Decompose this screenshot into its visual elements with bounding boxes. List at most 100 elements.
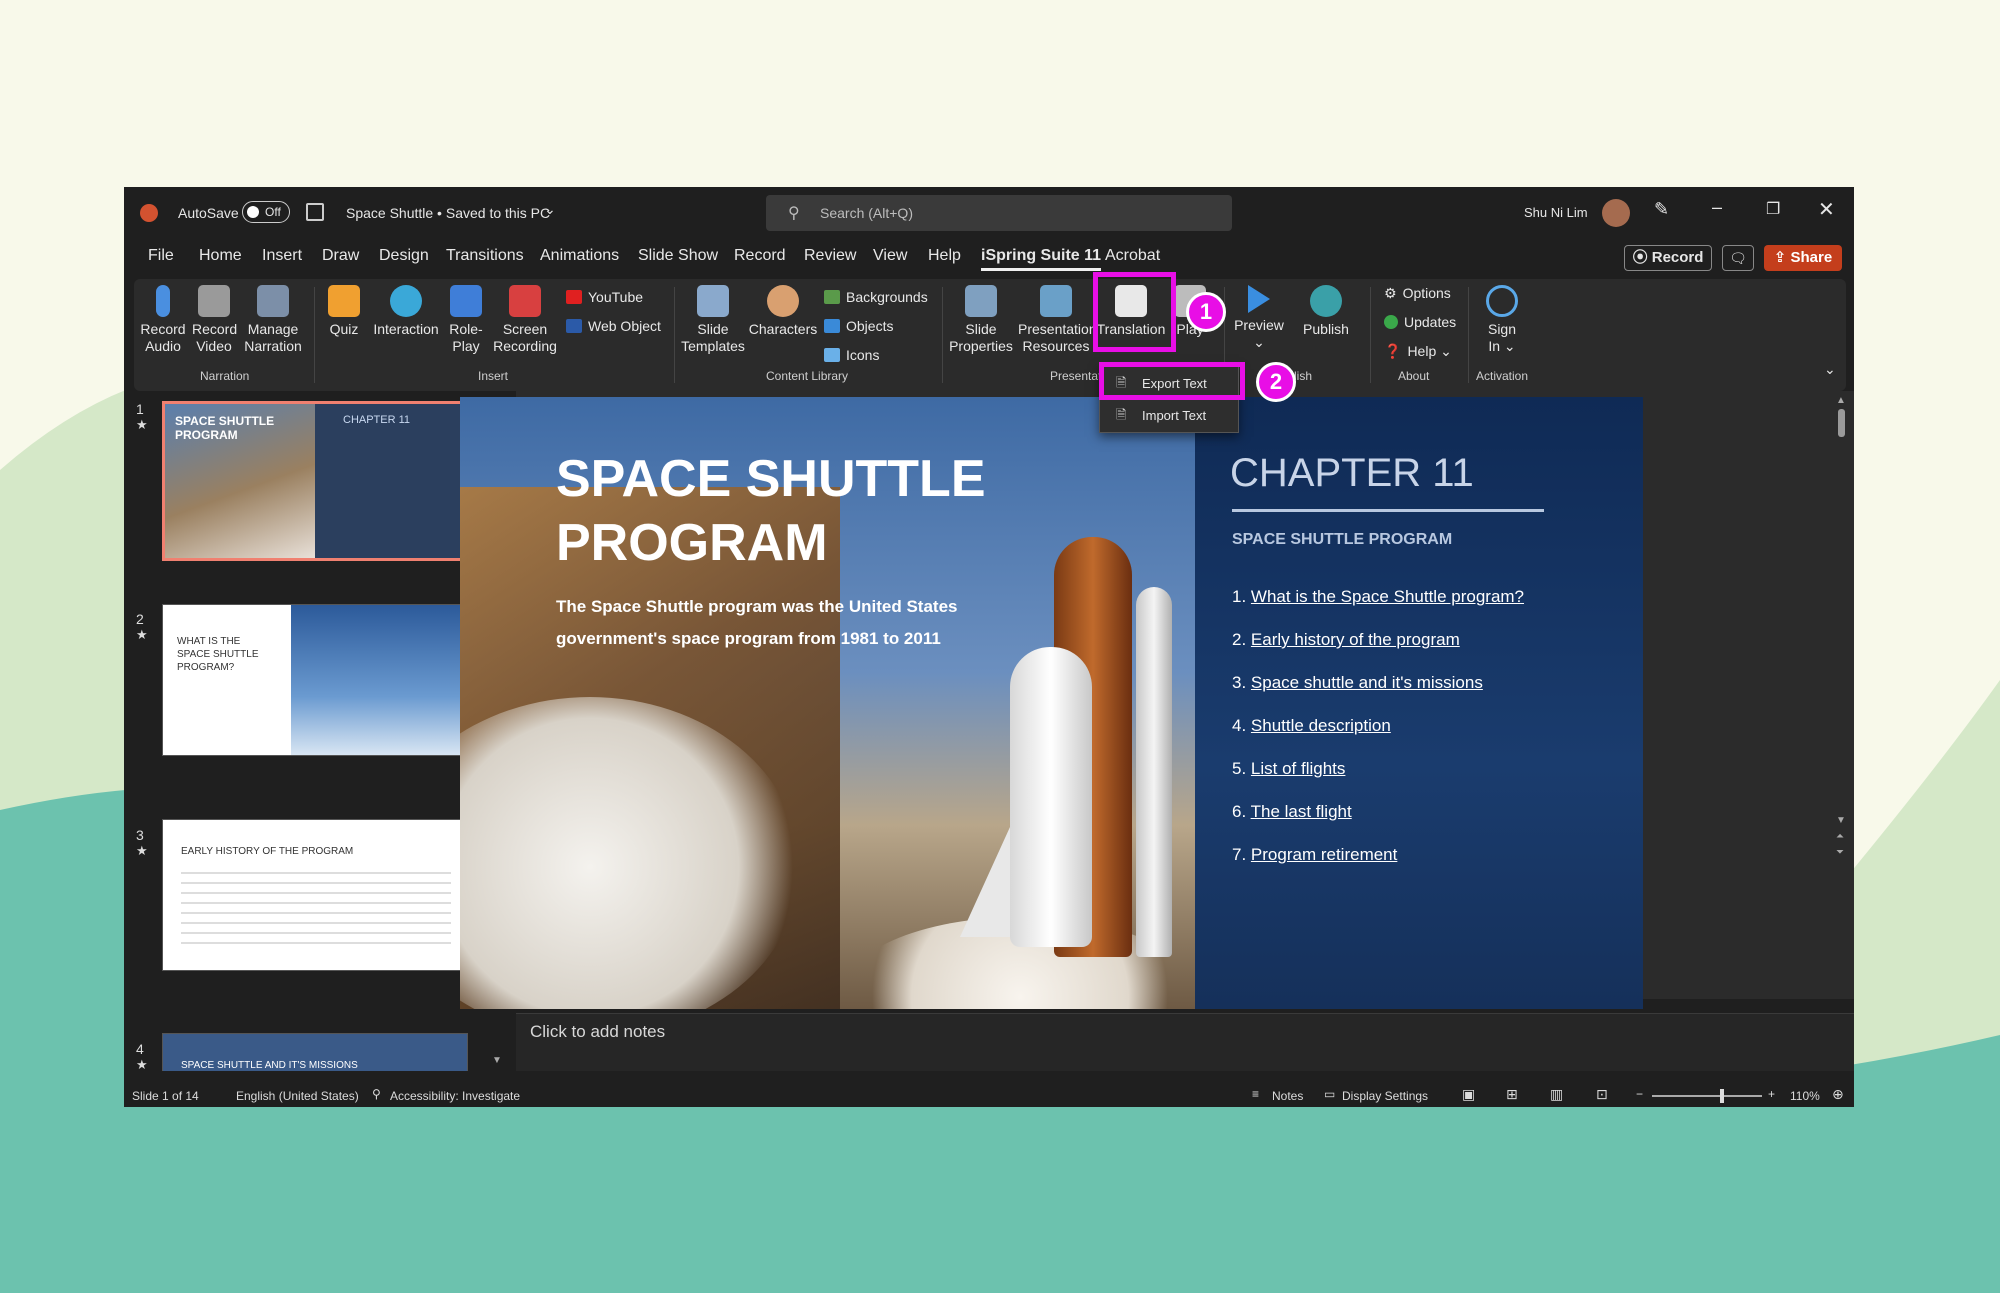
powerpoint-logo-icon [140,204,158,222]
collapse-ribbon-icon[interactable]: ⌄ [1824,361,1836,378]
icons-button[interactable]: Icons [824,347,879,363]
language-status[interactable]: English (United States) [236,1089,359,1103]
toc-link[interactable]: Shuttle description [1251,716,1391,735]
updates-button[interactable]: Updates [1384,314,1456,330]
zoom-slider-thumb[interactable] [1720,1089,1724,1103]
slide-subtitle: The Space Shuttle program was the United… [556,597,958,616]
toc-link[interactable]: Program retirement [1251,845,1397,864]
toc-item[interactable]: 4. Shuttle description [1232,716,1391,736]
notes-button[interactable]: Notes [1272,1089,1303,1103]
toc-item[interactable]: 3. Space shuttle and it's missions [1232,673,1483,693]
accessibility-icon: ⚲ [372,1087,381,1101]
youtube-button[interactable]: YouTube [566,289,643,305]
publish-button[interactable]: Publish [1294,285,1358,338]
toc-item[interactable]: 5. List of flights [1232,759,1345,779]
chevron-down-icon[interactable]: ⌄ [544,201,556,218]
interaction-button[interactable]: Interaction [370,285,442,338]
slide-thumbnail-2[interactable]: WHAT IS THE SPACE SHUTTLE PROGRAM? [162,604,468,756]
quiz-button[interactable]: Quiz [322,285,366,338]
options-button[interactable]: ⚙ Options [1384,285,1451,302]
tab-acrobat[interactable]: Acrobat [1105,247,1160,265]
toc-link[interactable]: List of flights [1251,759,1346,778]
zoom-level[interactable]: 110% [1790,1089,1820,1103]
record-video-button[interactable]: Record Video [192,285,237,355]
minimize-icon[interactable]: – [1712,197,1722,218]
preview-button[interactable]: Preview ⌄ [1230,285,1288,351]
tab-view[interactable]: View [873,247,907,265]
help-button[interactable]: ❓ Help ⌄ [1384,343,1452,360]
fit-slide-icon[interactable]: ⊕ [1832,1086,1844,1103]
main-slide[interactable]: SPACE SHUTTLE PROGRAM The Space Shuttle … [460,397,1643,1009]
share-button[interactable]: ⇪ Share [1764,245,1842,271]
slide-sorter-icon[interactable]: ⊞ [1506,1086,1518,1103]
search-box[interactable]: ⚲ Search (Alt+Q) [766,195,1232,231]
tab-insert[interactable]: Insert [262,247,302,265]
editor-scrollbar[interactable]: ▲ ▼ ⏶ ⏷ [1836,395,1846,865]
tab-review[interactable]: Review [804,247,856,265]
tab-slide-show[interactable]: Slide Show [638,247,718,265]
record-button[interactable]: ⦿ Record [1624,245,1712,271]
document-title[interactable]: Space Shuttle • Saved to this PC [346,205,550,221]
group-separator [674,287,675,383]
tab-ispring-suite[interactable]: iSpring Suite 11 [981,247,1102,271]
toc-item[interactable]: 2. Early history of the program [1232,630,1460,650]
notes-pane[interactable]: Click to add notes [516,1013,1854,1071]
autosave-toggle[interactable]: Off [242,201,290,223]
slide-templates-button[interactable]: Slide Templates [680,285,746,355]
comments-button[interactable]: 🗨 [1722,245,1754,271]
record-audio-button[interactable]: Record Audio [136,285,190,355]
toc-link[interactable]: The last flight [1251,802,1352,821]
reading-view-icon[interactable]: ▥ [1550,1086,1563,1103]
scroll-down-icon[interactable]: ▼ [1836,815,1846,826]
previous-slide-icon[interactable]: ⏶ [1836,831,1844,842]
close-icon[interactable]: ✕ [1818,197,1835,222]
objects-button[interactable]: Objects [824,318,893,334]
next-slide-icon[interactable]: ⏷ [1836,847,1844,858]
slide-thumbnail-1[interactable]: SPACE SHUTTLE PROGRAM CHAPTER 11 [162,401,468,561]
zoom-in-icon[interactable]: + [1768,1087,1775,1101]
slide-properties-button[interactable]: Slide Properties [946,285,1016,355]
tab-transitions[interactable]: Transitions [446,247,524,265]
web-object-button[interactable]: Web Object [566,318,661,334]
characters-button[interactable]: Characters [748,285,818,338]
avatar[interactable] [1602,199,1630,227]
normal-view-icon[interactable]: ▣ [1462,1086,1475,1103]
user-name[interactable]: Shu Ni Lim [1524,205,1588,220]
zoom-out-icon[interactable]: − [1636,1087,1643,1101]
tab-record[interactable]: Record [734,247,786,265]
tab-design[interactable]: Design [379,247,429,265]
slide-thumbnail-4[interactable]: SPACE SHUTTLE AND IT'S MISSIONS [162,1033,468,1071]
toc-item[interactable]: 6. The last flight [1232,802,1352,822]
toc-link[interactable]: Space shuttle and it's missions [1251,673,1483,692]
toc-link[interactable]: What is the Space Shuttle program? [1251,587,1524,606]
tab-animations[interactable]: Animations [540,247,619,265]
toc-link[interactable]: Early history of the program [1251,630,1460,649]
search-icon: ⚲ [788,205,800,222]
presentation-resources-button[interactable]: Presentation Resources [1018,285,1097,355]
manage-narration-button[interactable]: Manage Narration [240,285,306,355]
scroll-up-icon[interactable]: ▲ [1836,395,1846,406]
scroll-down-icon[interactable]: ▼ [492,1055,502,1066]
tab-draw[interactable]: Draw [322,247,359,265]
group-label-insert: Insert [478,369,509,383]
tab-help[interactable]: Help [928,247,961,265]
role-play-button[interactable]: Role- Play [444,285,488,355]
backgrounds-button[interactable]: Backgrounds [824,289,928,305]
screen-recording-button[interactable]: Screen Recording [490,285,560,355]
save-icon[interactable] [306,203,324,221]
display-settings-button[interactable]: Display Settings [1342,1089,1428,1103]
toc-item[interactable]: 1. What is the Space Shuttle program? [1232,587,1524,607]
toc-item[interactable]: 7. Program retirement [1232,845,1397,865]
menu-item-import-text[interactable]: 🗎 Import Text [1100,400,1238,430]
accessibility-status[interactable]: Accessibility: Investigate [390,1089,520,1103]
restore-icon[interactable]: ❐ [1766,199,1780,219]
tab-file[interactable]: File [148,247,174,265]
pen-icon[interactable]: ✎ [1654,199,1669,220]
sign-in-button[interactable]: Sign In ⌄ [1476,285,1528,355]
tab-home[interactable]: Home [199,247,242,265]
scrollbar-thumb[interactable] [1838,409,1845,437]
slideshow-icon[interactable]: ⊡ [1596,1086,1608,1103]
slide-thumbnail-3[interactable]: EARLY HISTORY OF THE PROGRAM [162,819,468,971]
zoom-slider[interactable] [1652,1089,1762,1103]
slide-properties-label-1: Slide [965,321,997,337]
